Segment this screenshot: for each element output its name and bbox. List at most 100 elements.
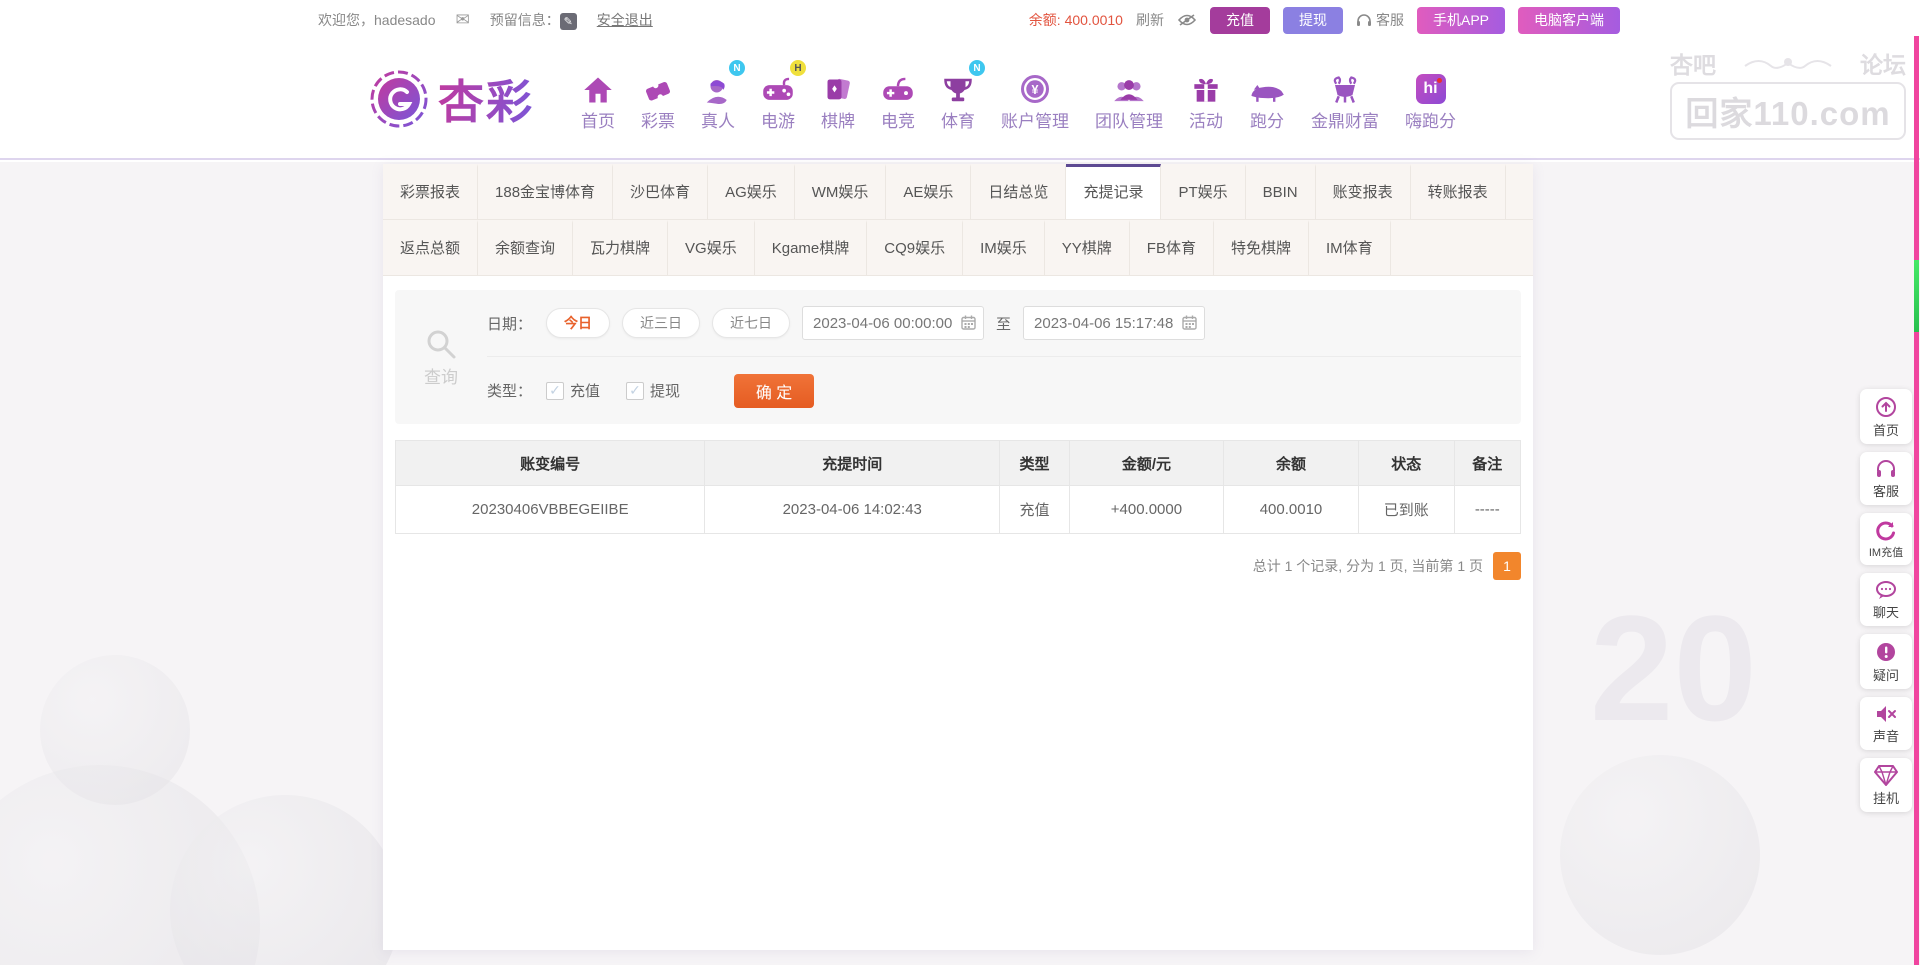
tab-temian-games[interactable]: 特免棋牌	[1214, 220, 1309, 275]
pc-client-button[interactable]: 电脑客户端	[1518, 7, 1620, 34]
search-icon	[424, 327, 458, 361]
quick-3days-button[interactable]: 近三日	[622, 308, 700, 338]
withdraw-button[interactable]: 提现	[1283, 7, 1343, 34]
nav-item-team[interactable]: 团队管理	[1095, 66, 1163, 132]
search-label: 查询	[424, 363, 458, 388]
mute-icon	[1875, 704, 1897, 724]
tab-ag[interactable]: AG娱乐	[708, 164, 795, 219]
records-table: 账变编号 充提时间 类型 金额/元 余额 状态 备注 20230406VBBEG…	[395, 440, 1521, 534]
tab-kgame[interactable]: Kgame棋牌	[755, 220, 868, 275]
col-header-remark: 备注	[1454, 441, 1520, 486]
page-scrollbar[interactable]	[1914, 36, 1919, 965]
cell-remark: -----	[1454, 486, 1520, 534]
logo-text: 杏彩	[438, 66, 534, 132]
tab-yy-games[interactable]: YY棋牌	[1045, 220, 1130, 275]
quick-7days-button[interactable]: 近七日	[712, 308, 790, 338]
date-to-wrap	[1023, 306, 1205, 340]
tab-wali-games[interactable]: 瓦力棋牌	[573, 220, 668, 275]
headset-icon	[1356, 13, 1372, 28]
confirm-button[interactable]: 确 定	[734, 374, 814, 408]
deposit-checkbox[interactable]: ✓	[546, 382, 564, 400]
tab-wm[interactable]: WM娱乐	[795, 164, 887, 219]
table-row: 20230406VBBEGEIIBE 2023-04-06 14:02:43 充…	[396, 486, 1521, 534]
cell-change-id: 20230406VBBEGEIIBE	[396, 486, 705, 534]
tab-vg[interactable]: VG娱乐	[668, 220, 755, 275]
col-header-time: 充提时间	[705, 441, 1000, 486]
nav-item-promotions[interactable]: 活动	[1189, 66, 1223, 132]
tab-188-sport[interactable]: 188金宝博体育	[478, 164, 613, 219]
tab-account-change-report[interactable]: 账变报表	[1316, 164, 1411, 219]
tab-bbin[interactable]: BBIN	[1246, 164, 1316, 219]
nav-item-hipaofen[interactable]: hi 嗨跑分	[1405, 66, 1456, 132]
pagination-summary: 总计 1 个记录, 分为 1 页, 当前第 1 页	[1253, 556, 1483, 576]
deposit-button[interactable]: 充值	[1210, 7, 1270, 34]
new-badge: N	[969, 60, 985, 76]
mail-icon[interactable]: ✉	[456, 10, 470, 30]
welcome-text: 欢迎您，hadesado	[318, 10, 436, 30]
filter-panel: 查询 日期： 今日 近三日 近七日 至	[395, 290, 1521, 424]
cell-type: 充值	[1000, 486, 1070, 534]
background-decoration	[1560, 755, 1760, 955]
tab-rebate-total[interactable]: 返点总额	[383, 220, 478, 275]
nav-item-account[interactable]: ¥ 账户管理	[1001, 66, 1069, 132]
logo-flower-icon	[366, 66, 432, 132]
tab-saba-sport[interactable]: 沙巴体育	[613, 164, 708, 219]
nav-item-esports[interactable]: 电竞	[881, 66, 915, 132]
date-from-input[interactable]	[802, 306, 984, 340]
sidebar-item-im-recharge[interactable]: IM充值	[1860, 513, 1912, 565]
quick-today-button[interactable]: 今日	[546, 308, 610, 338]
nav-item-home[interactable]: 首页	[581, 66, 615, 132]
question-icon	[1875, 641, 1897, 663]
date-from-wrap	[802, 306, 984, 340]
nav-item-lottery[interactable]: 彩票	[641, 66, 675, 132]
calendar-icon[interactable]	[961, 315, 976, 330]
search-block: 查询	[395, 290, 487, 424]
tab-balance-query[interactable]: 余额查询	[478, 220, 573, 275]
tab-pt[interactable]: PT娱乐	[1161, 164, 1245, 219]
tab-ae[interactable]: AE娱乐	[886, 164, 971, 219]
tabs-filler	[1391, 220, 1533, 275]
sidebar-item-question[interactable]: 疑问	[1860, 634, 1912, 689]
edit-memo-icon[interactable]: ✎	[560, 13, 577, 30]
tab-im-sport[interactable]: IM体育	[1309, 220, 1391, 275]
calendar-icon[interactable]	[1182, 315, 1197, 330]
nav-item-boardgames[interactable]: 棋牌	[821, 66, 855, 132]
tab-lottery-report[interactable]: 彩票报表	[383, 164, 478, 219]
nav-item-sports[interactable]: N 体育	[941, 66, 975, 132]
nav-item-egames[interactable]: H 电游	[761, 66, 795, 132]
sidebar-item-idle[interactable]: 挂机	[1860, 758, 1912, 812]
tab-im[interactable]: IM娱乐	[963, 220, 1045, 275]
nav-item-paofen[interactable]: 跑分	[1249, 66, 1285, 132]
page-1-button[interactable]: 1	[1493, 552, 1521, 580]
tab-transfer-report[interactable]: 转账报表	[1411, 164, 1506, 219]
col-header-amount: 金额/元	[1069, 441, 1223, 486]
flourish-icon	[1743, 52, 1833, 74]
logout-link[interactable]: 安全退出	[597, 10, 653, 30]
tab-fb-sport[interactable]: FB体育	[1130, 220, 1214, 275]
background-decoration: 20	[1590, 582, 1757, 755]
refresh-button[interactable]: 刷新	[1136, 10, 1164, 30]
site-logo[interactable]: 杏彩	[366, 66, 534, 132]
scrollbar-thumb[interactable]	[1914, 260, 1919, 332]
tab-daily-summary[interactable]: 日结总览	[971, 164, 1066, 219]
date-filter-row: 日期： 今日 近三日 近七日 至	[487, 290, 1521, 357]
tab-deposit-withdraw-records[interactable]: 充提记录	[1066, 164, 1161, 219]
col-header-status: 状态	[1359, 441, 1455, 486]
sidebar-item-service[interactable]: 客服	[1860, 452, 1912, 505]
nav-item-wealth[interactable]: 金鼎财富	[1311, 66, 1379, 132]
date-to-input[interactable]	[1023, 306, 1205, 340]
sidebar-item-top[interactable]: 首页	[1860, 389, 1912, 444]
hi-app-icon: hi	[1416, 66, 1446, 104]
mobile-app-button[interactable]: 手机APP	[1417, 7, 1505, 34]
tab-cq9[interactable]: CQ9娱乐	[867, 220, 963, 275]
sidebar-item-sound[interactable]: 声音	[1860, 697, 1912, 750]
customer-service-link[interactable]: 客服	[1356, 10, 1404, 30]
tripod-icon	[1330, 66, 1360, 104]
nav-item-live[interactable]: N 真人	[701, 66, 735, 132]
main-area: 20 彩票报表 188金宝博体育 沙巴体育 AG娱乐 WM娱乐 AE娱乐 日结总…	[0, 162, 1920, 965]
hide-balance-icon[interactable]	[1177, 13, 1197, 27]
sidebar-item-chat[interactable]: 聊天	[1860, 573, 1912, 626]
balance-text: 余额: 400.0010	[1029, 10, 1123, 30]
gem-icon	[1874, 765, 1898, 786]
withdraw-checkbox[interactable]: ✓	[626, 382, 644, 400]
